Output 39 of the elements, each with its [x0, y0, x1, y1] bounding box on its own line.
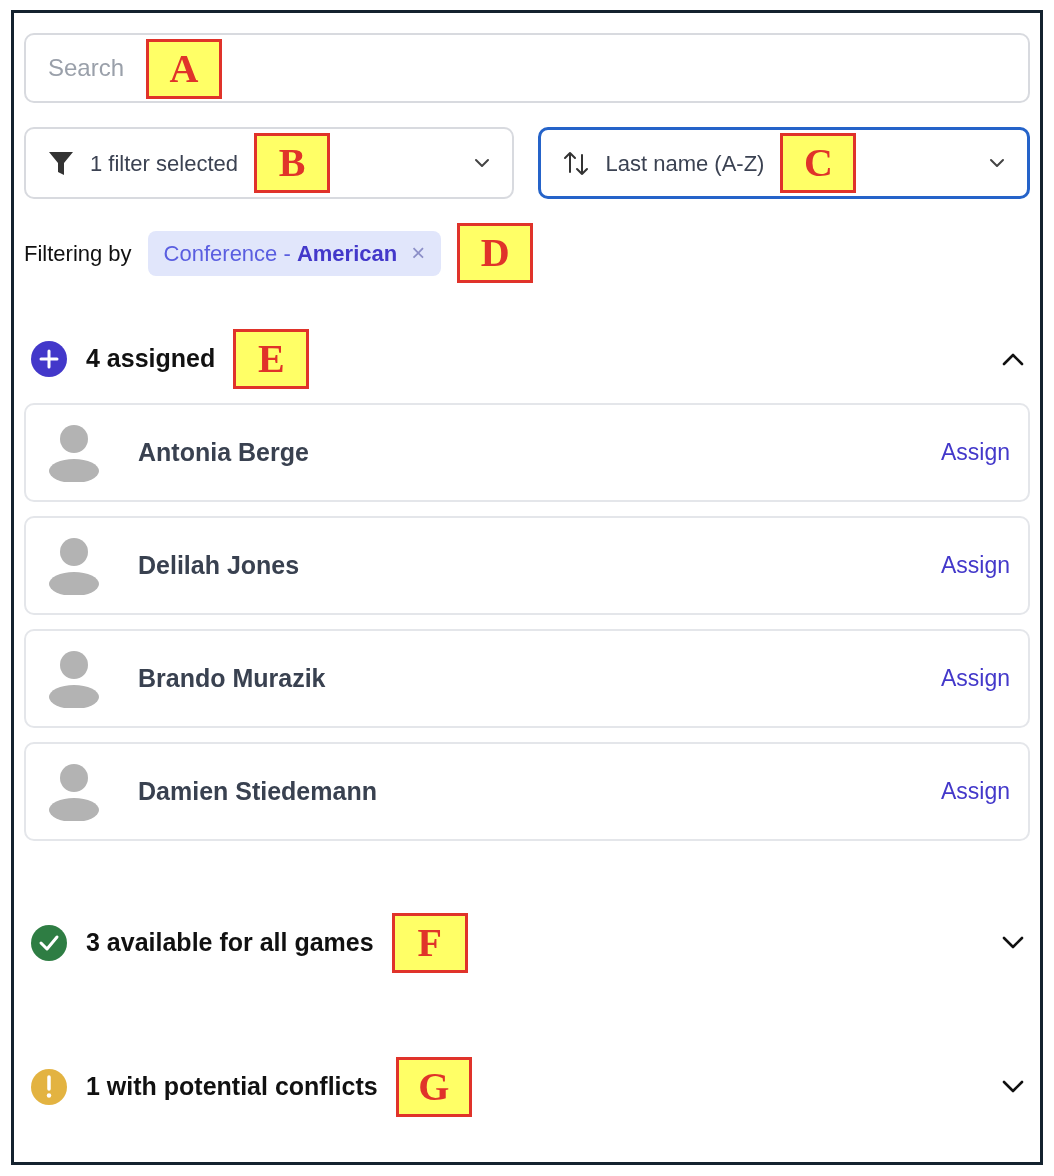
section-header[interactable]: 3 available for all games F: [24, 913, 1030, 973]
person-name: Delilah Jones: [138, 549, 300, 581]
callout-label: G: [395, 1057, 472, 1117]
callout-label: B: [253, 133, 330, 193]
person-name: Antonia Berge: [138, 436, 309, 468]
filter-label: Filtering by: [24, 239, 132, 268]
callout-label: F: [391, 913, 468, 973]
filter-icon: [48, 149, 74, 177]
callout-label: D: [457, 223, 534, 283]
check-icon: [30, 924, 68, 962]
sort-icon: [563, 149, 590, 177]
section-title: 3 available for all games: [86, 927, 374, 959]
avatar-icon: [48, 649, 100, 708]
chevron-down-icon: [989, 158, 1005, 168]
assign-link[interactable]: Assign: [940, 548, 1010, 583]
assign-link[interactable]: Assign: [940, 774, 1010, 809]
callout-label: A: [146, 39, 222, 99]
section-title: 4 assigned: [86, 343, 216, 375]
filter-dropdown[interactable]: 1 filter selected B: [24, 127, 515, 199]
person-name: Brando Murazik: [138, 662, 326, 694]
warning-icon: [30, 1068, 68, 1106]
sort-dropdown[interactable]: Last name (A-Z) C: [538, 127, 1030, 199]
person-name: Damien Stiedemann: [138, 775, 377, 807]
assign-link[interactable]: Assign: [940, 435, 1010, 470]
section-title: 1 with potential conflicts: [86, 1071, 378, 1103]
avatar-icon: [48, 536, 100, 595]
chevron-up-icon: [1002, 352, 1024, 366]
section-header[interactable]: 4 assigned E: [24, 329, 1030, 389]
section-header[interactable]: 1 with potential conflicts G: [24, 1057, 1030, 1117]
filter-chip: Conference - American ×: [147, 230, 442, 276]
callout-label: C: [780, 133, 857, 193]
avatar-icon: [48, 423, 100, 482]
avatar-icon: [48, 762, 100, 821]
chevron-down-icon: [1002, 936, 1024, 950]
chevron-down-icon: [474, 158, 491, 168]
chevron-down-icon: [1002, 1080, 1024, 1094]
callout-label: E: [233, 329, 310, 389]
assign-link[interactable]: Assign: [940, 661, 1010, 696]
plus-icon: [30, 340, 68, 378]
